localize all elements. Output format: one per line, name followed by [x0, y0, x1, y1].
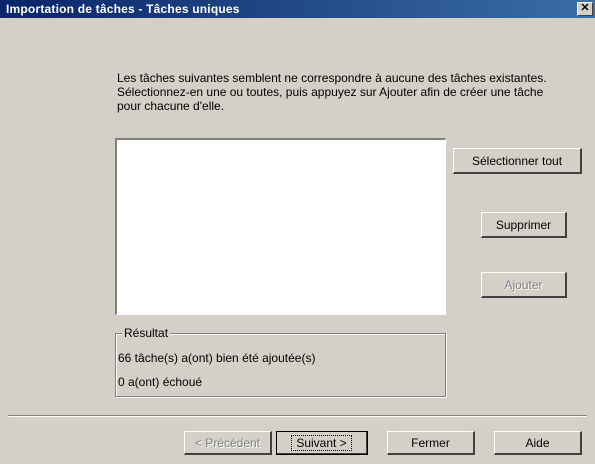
add-button[interactable]: Ajouter	[481, 272, 567, 298]
intro-text: Les tâches suivantes semblent ne corresp…	[117, 71, 547, 113]
next-label: Suivant >	[291, 434, 352, 451]
previous-label: < Précédent	[194, 435, 261, 450]
delete-label: Supprimer	[495, 217, 552, 232]
close-button[interactable]: ✕	[577, 2, 593, 16]
result-legend: Résultat	[122, 326, 171, 340]
close-dialog-button[interactable]: Fermer	[387, 431, 475, 455]
result-added-text: 66 tâche(s) a(ont) bien été ajoutée(s)	[118, 351, 316, 365]
add-label: Ajouter	[504, 277, 543, 292]
result-failed-text: 0 a(ont) échoué	[118, 375, 203, 389]
title-bar: Importation de tâches - Tâches uniques ✕	[0, 0, 595, 18]
result-groupbox: Résultat 66 tâche(s) a(ont) bien été ajo…	[115, 326, 446, 397]
help-label: Aide	[525, 435, 550, 450]
close-icon: ✕	[580, 2, 590, 14]
previous-button[interactable]: < Précédent	[184, 431, 272, 455]
select-all-button[interactable]: Sélectionner tout	[453, 148, 582, 174]
delete-button[interactable]: Supprimer	[481, 212, 567, 238]
task-listbox[interactable]	[115, 138, 446, 315]
footer-separator	[8, 415, 587, 417]
help-button[interactable]: Aide	[494, 431, 582, 455]
select-all-label: Sélectionner tout	[471, 153, 563, 168]
window-title: Importation de tâches - Tâches uniques	[6, 2, 240, 16]
close-dialog-label: Fermer	[411, 435, 450, 450]
next-button[interactable]: Suivant >	[276, 431, 368, 455]
